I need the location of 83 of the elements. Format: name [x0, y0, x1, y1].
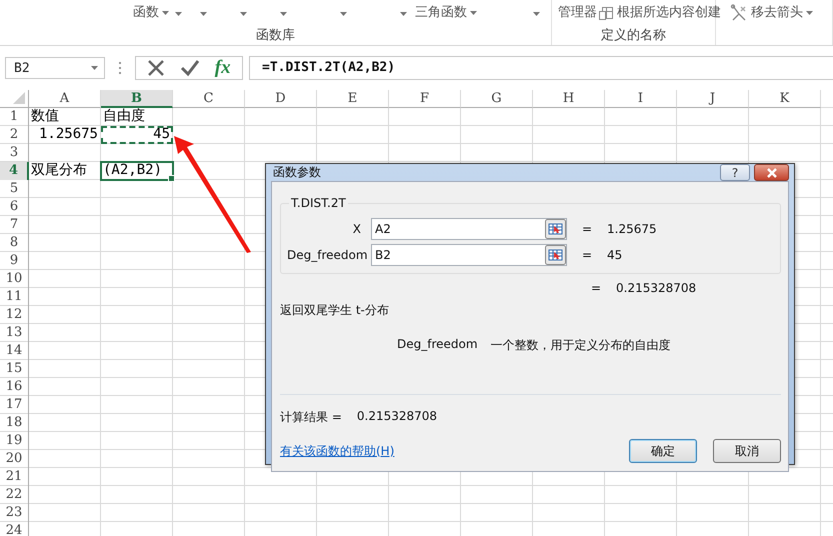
column-header[interactable]: H	[533, 90, 605, 108]
table-cell: 双尾分布	[29, 162, 101, 180]
row-header[interactable]: 21	[0, 468, 29, 486]
formula-field[interactable]: =T.DIST.2T(A2,B2)	[249, 56, 833, 80]
argument-value: 1.25675	[607, 222, 658, 236]
result-value: 0.215328708	[356, 409, 438, 425]
column-header[interactable]: G	[461, 90, 533, 108]
row-header[interactable]: 7	[0, 216, 29, 234]
row-header[interactable]: 5	[0, 180, 29, 198]
row-header[interactable]: 15	[0, 360, 29, 378]
caret-icon	[175, 12, 182, 16]
row-header[interactable]: 8	[0, 234, 29, 252]
caret-icon	[91, 66, 98, 70]
equals-sign: =	[580, 222, 594, 236]
row-header[interactable]: 22	[0, 486, 29, 504]
column-header[interactable]: D	[245, 90, 317, 108]
caret-icon	[200, 12, 207, 16]
equals-sign: =	[580, 248, 594, 262]
caret-icon	[400, 12, 407, 16]
table-cell: 45	[101, 126, 173, 144]
group-label: 定义的名称	[601, 28, 666, 43]
argument-value: 45	[607, 248, 624, 262]
ribbon-label[interactable]: 根据所选内容创建	[617, 4, 721, 22]
help-link[interactable]: 有关该函数的帮助(H)	[280, 442, 394, 460]
column-header[interactable]: E	[317, 90, 389, 108]
row-header[interactable]: 12	[0, 306, 29, 324]
function-description: 返回双尾学生 t-分布	[280, 302, 390, 319]
row-header[interactable]: 13	[0, 324, 29, 342]
column-header[interactable]: B	[101, 90, 173, 108]
column-header[interactable]: K	[749, 90, 821, 108]
collapse-dialog-icon[interactable]	[545, 245, 566, 265]
dialog-button[interactable]: 取消	[713, 439, 781, 463]
cancel-icon[interactable]	[147, 59, 166, 77]
row-header[interactable]: 16	[0, 378, 29, 396]
ribbon-label[interactable]: 管理器	[558, 4, 597, 22]
column-header[interactable]: F	[389, 90, 461, 108]
row-header[interactable]: 10	[0, 270, 29, 288]
argument-field[interactable]: A2	[371, 218, 567, 240]
row-header[interactable]: 9	[0, 252, 29, 270]
insert-function-button[interactable]: fx	[214, 58, 231, 78]
group-label: 函数库	[256, 28, 295, 43]
close-button[interactable]	[754, 164, 789, 181]
argument-field[interactable]: B2	[371, 244, 567, 266]
row-header[interactable]: 20	[0, 450, 29, 468]
column-header[interactable]: J	[677, 90, 749, 108]
row-header[interactable]: 14	[0, 342, 29, 360]
caret-icon	[240, 12, 247, 16]
argument-name: Deg_freedom	[397, 337, 478, 353]
row-header[interactable]: 23	[0, 504, 29, 522]
table-icon	[598, 5, 614, 21]
check-icon[interactable]	[180, 59, 200, 77]
cell-reference: B2	[14, 60, 30, 76]
equals-sign: =	[590, 281, 602, 295]
result-label: 计算结果 =	[280, 409, 342, 426]
row-header[interactable]: 4	[0, 162, 29, 180]
close-icon	[766, 168, 778, 178]
ribbon-label[interactable]: 三角函数	[415, 4, 467, 22]
dialog-button[interactable]: 确定	[629, 439, 697, 463]
row-header[interactable]: 24	[0, 522, 29, 536]
argument-label: Deg_freedom	[287, 248, 369, 262]
row-header[interactable]: 17	[0, 396, 29, 414]
collapse-dialog-icon[interactable]	[545, 219, 566, 239]
table-cell: (A2,B2)	[101, 162, 173, 180]
dialog-title: 函数参数	[272, 164, 321, 181]
row-header[interactable]: 6	[0, 198, 29, 216]
drag-handle-icon[interactable]	[118, 62, 122, 74]
caret-icon	[533, 12, 540, 16]
remove-arrows-icon	[730, 4, 748, 22]
formula-result: 0.215328708	[616, 281, 698, 295]
function-name: T.DIST.2T	[290, 196, 347, 210]
column-header[interactable]: C	[173, 90, 245, 108]
name-box[interactable]: B2	[5, 57, 105, 79]
argument-description: 一个整数，用于定义分布的自由度	[490, 337, 671, 354]
help-button[interactable]: ?	[720, 164, 750, 181]
row-header[interactable]: 11	[0, 288, 29, 306]
row-header[interactable]: 18	[0, 414, 29, 432]
column-header[interactable]: I	[605, 90, 677, 108]
ribbon-label[interactable]: 移去箭头	[751, 4, 803, 22]
row-header[interactable]: 19	[0, 432, 29, 450]
ribbon-label[interactable]: 函数	[133, 4, 159, 22]
caret-icon	[340, 12, 347, 16]
argument-label: X	[352, 222, 362, 236]
caret-icon	[280, 12, 287, 16]
